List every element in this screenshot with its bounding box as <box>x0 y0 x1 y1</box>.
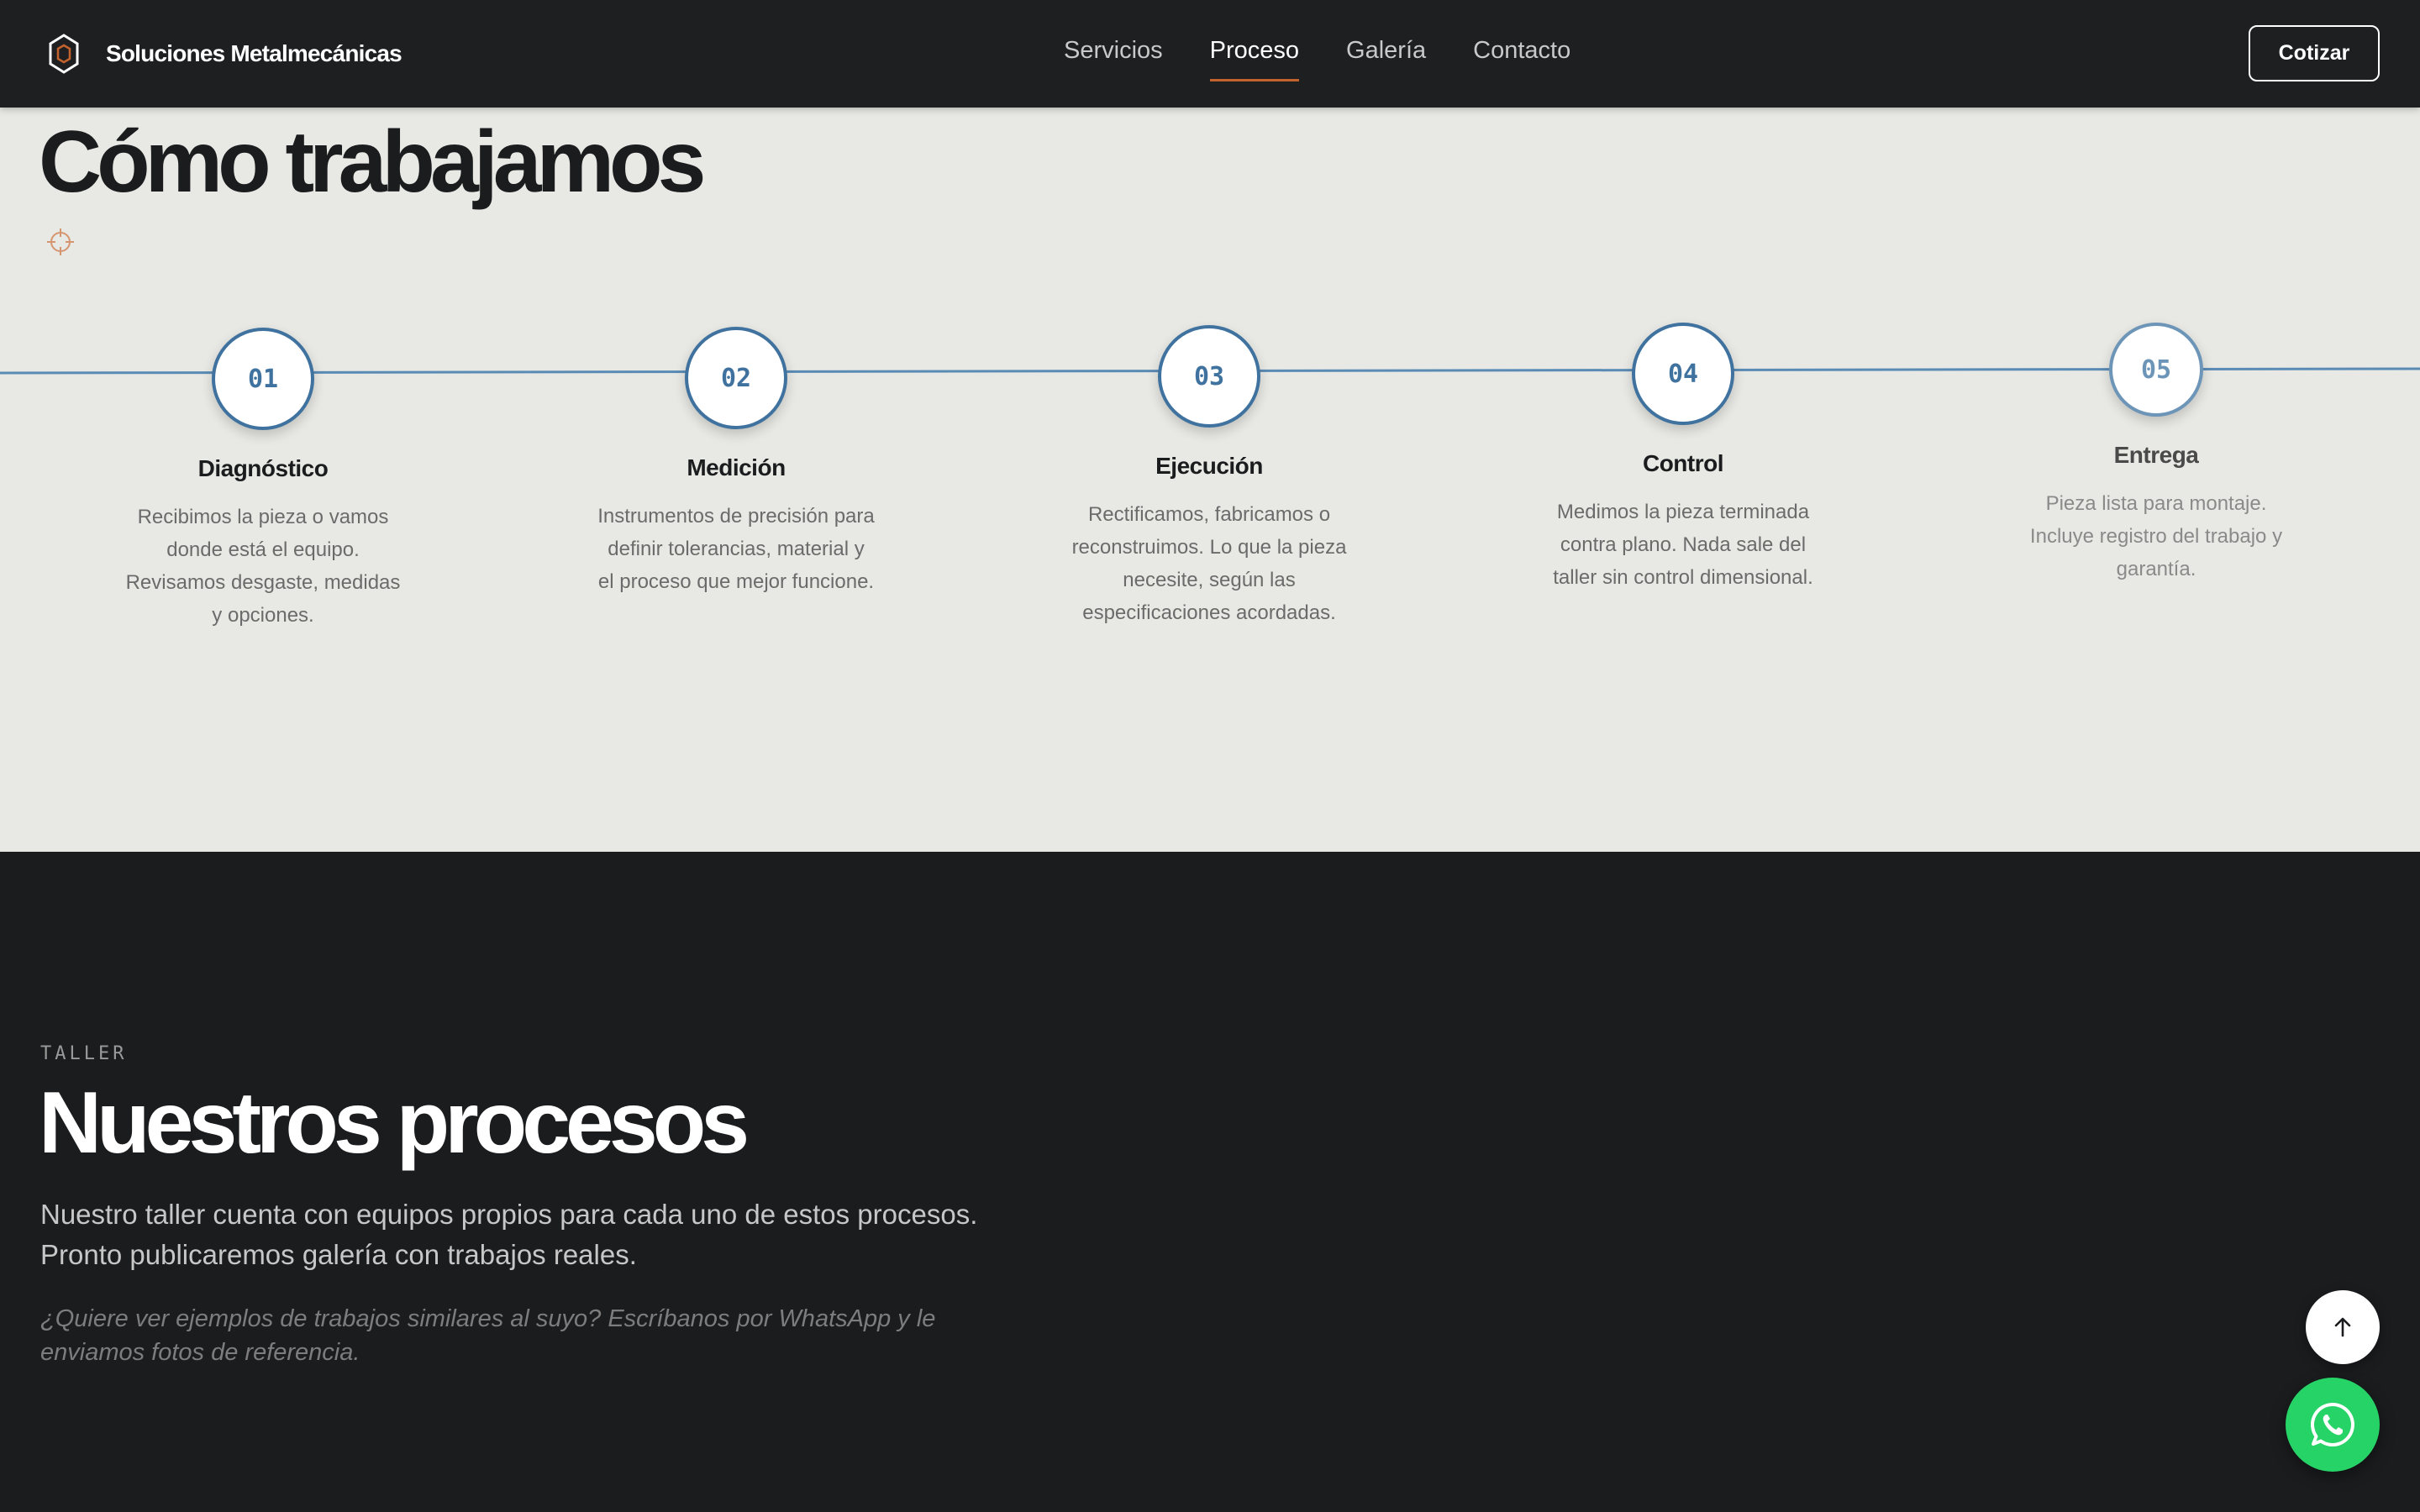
step-description: Medimos la pieza terminada contra plano.… <box>1553 501 1813 589</box>
brand[interactable]: Soluciones Metalmecánicas <box>47 32 402 76</box>
taller-note: ¿Quiere ver ejemplos de trabajos similar… <box>40 1305 936 1366</box>
process-section: Cómo trabajamos 01 Diagnóstico Recibimos… <box>0 108 2420 852</box>
step-title: Medición <box>687 454 786 480</box>
nav-item-contacto[interactable]: Contacto <box>1473 37 1570 77</box>
taller-body: Nuestro taller cuenta con equipos propio… <box>40 1199 978 1270</box>
site-header: Soluciones Metalmecánicas Servicios Proc… <box>0 0 2420 108</box>
whatsapp-icon <box>2311 1403 2354 1446</box>
nav-item-proceso[interactable]: Proceso <box>1209 37 1300 81</box>
target-crosshair-icon <box>47 228 74 255</box>
process-step: 04 Control Medimos la pieza terminada co… <box>1532 323 1834 594</box>
arrow-up-icon <box>2334 1317 2351 1337</box>
taller-title: Nuestros procesos <box>39 1074 750 1172</box>
nav-item-servicios[interactable]: Servicios <box>1064 37 1163 77</box>
cotizar-button[interactable]: Cotizar <box>2249 25 2380 81</box>
hexagon-logo-icon <box>49 34 79 74</box>
step-title: Diagnóstico <box>197 455 329 481</box>
process-step: 03 Ejecución Rectificamos, fabricamos o … <box>1058 325 1360 629</box>
step-number-badge: 03 <box>1158 325 1260 428</box>
step-description: Rectificamos, fabricamos o reconstruimos… <box>1071 503 1347 624</box>
step-number-badge: 01 <box>212 328 314 430</box>
scroll-top-button[interactable] <box>2306 1290 2380 1364</box>
step-description: Recibimos la pieza o vamos donde está el… <box>125 506 401 627</box>
process-step: 01 Diagnóstico Recibimos la pieza o vamo… <box>112 328 414 632</box>
step-title: Control <box>1642 450 1724 476</box>
nav-item-galeria[interactable]: Galería <box>1346 37 1426 77</box>
process-step: 02 Medición Instrumentos de precisión pa… <box>585 327 887 598</box>
section-eyebrow: TALLER <box>40 1043 128 1064</box>
process-title: Cómo trabajamos <box>39 113 706 211</box>
step-description: Pieza lista para montaje. Incluye regist… <box>2029 492 2283 580</box>
step-number-badge: 02 <box>685 327 787 429</box>
step-number-badge: 05 <box>2109 323 2203 417</box>
step-title: Entrega <box>2113 442 2199 468</box>
taller-section: TALLER Nuestros procesos Nuestro taller … <box>0 852 2420 1512</box>
whatsapp-button[interactable] <box>2286 1378 2380 1472</box>
step-title: Ejecución <box>1155 453 1263 479</box>
step-description: Instrumentos de precisión para definir t… <box>597 505 875 593</box>
main-nav: Servicios Proceso Galería Contacto <box>1064 37 1618 81</box>
brand-name: Soluciones Metalmecánicas <box>106 40 402 66</box>
process-step: 05 Entrega Pieza lista para montaje. Inc… <box>2005 323 2307 585</box>
step-number-badge: 04 <box>1632 323 1734 425</box>
